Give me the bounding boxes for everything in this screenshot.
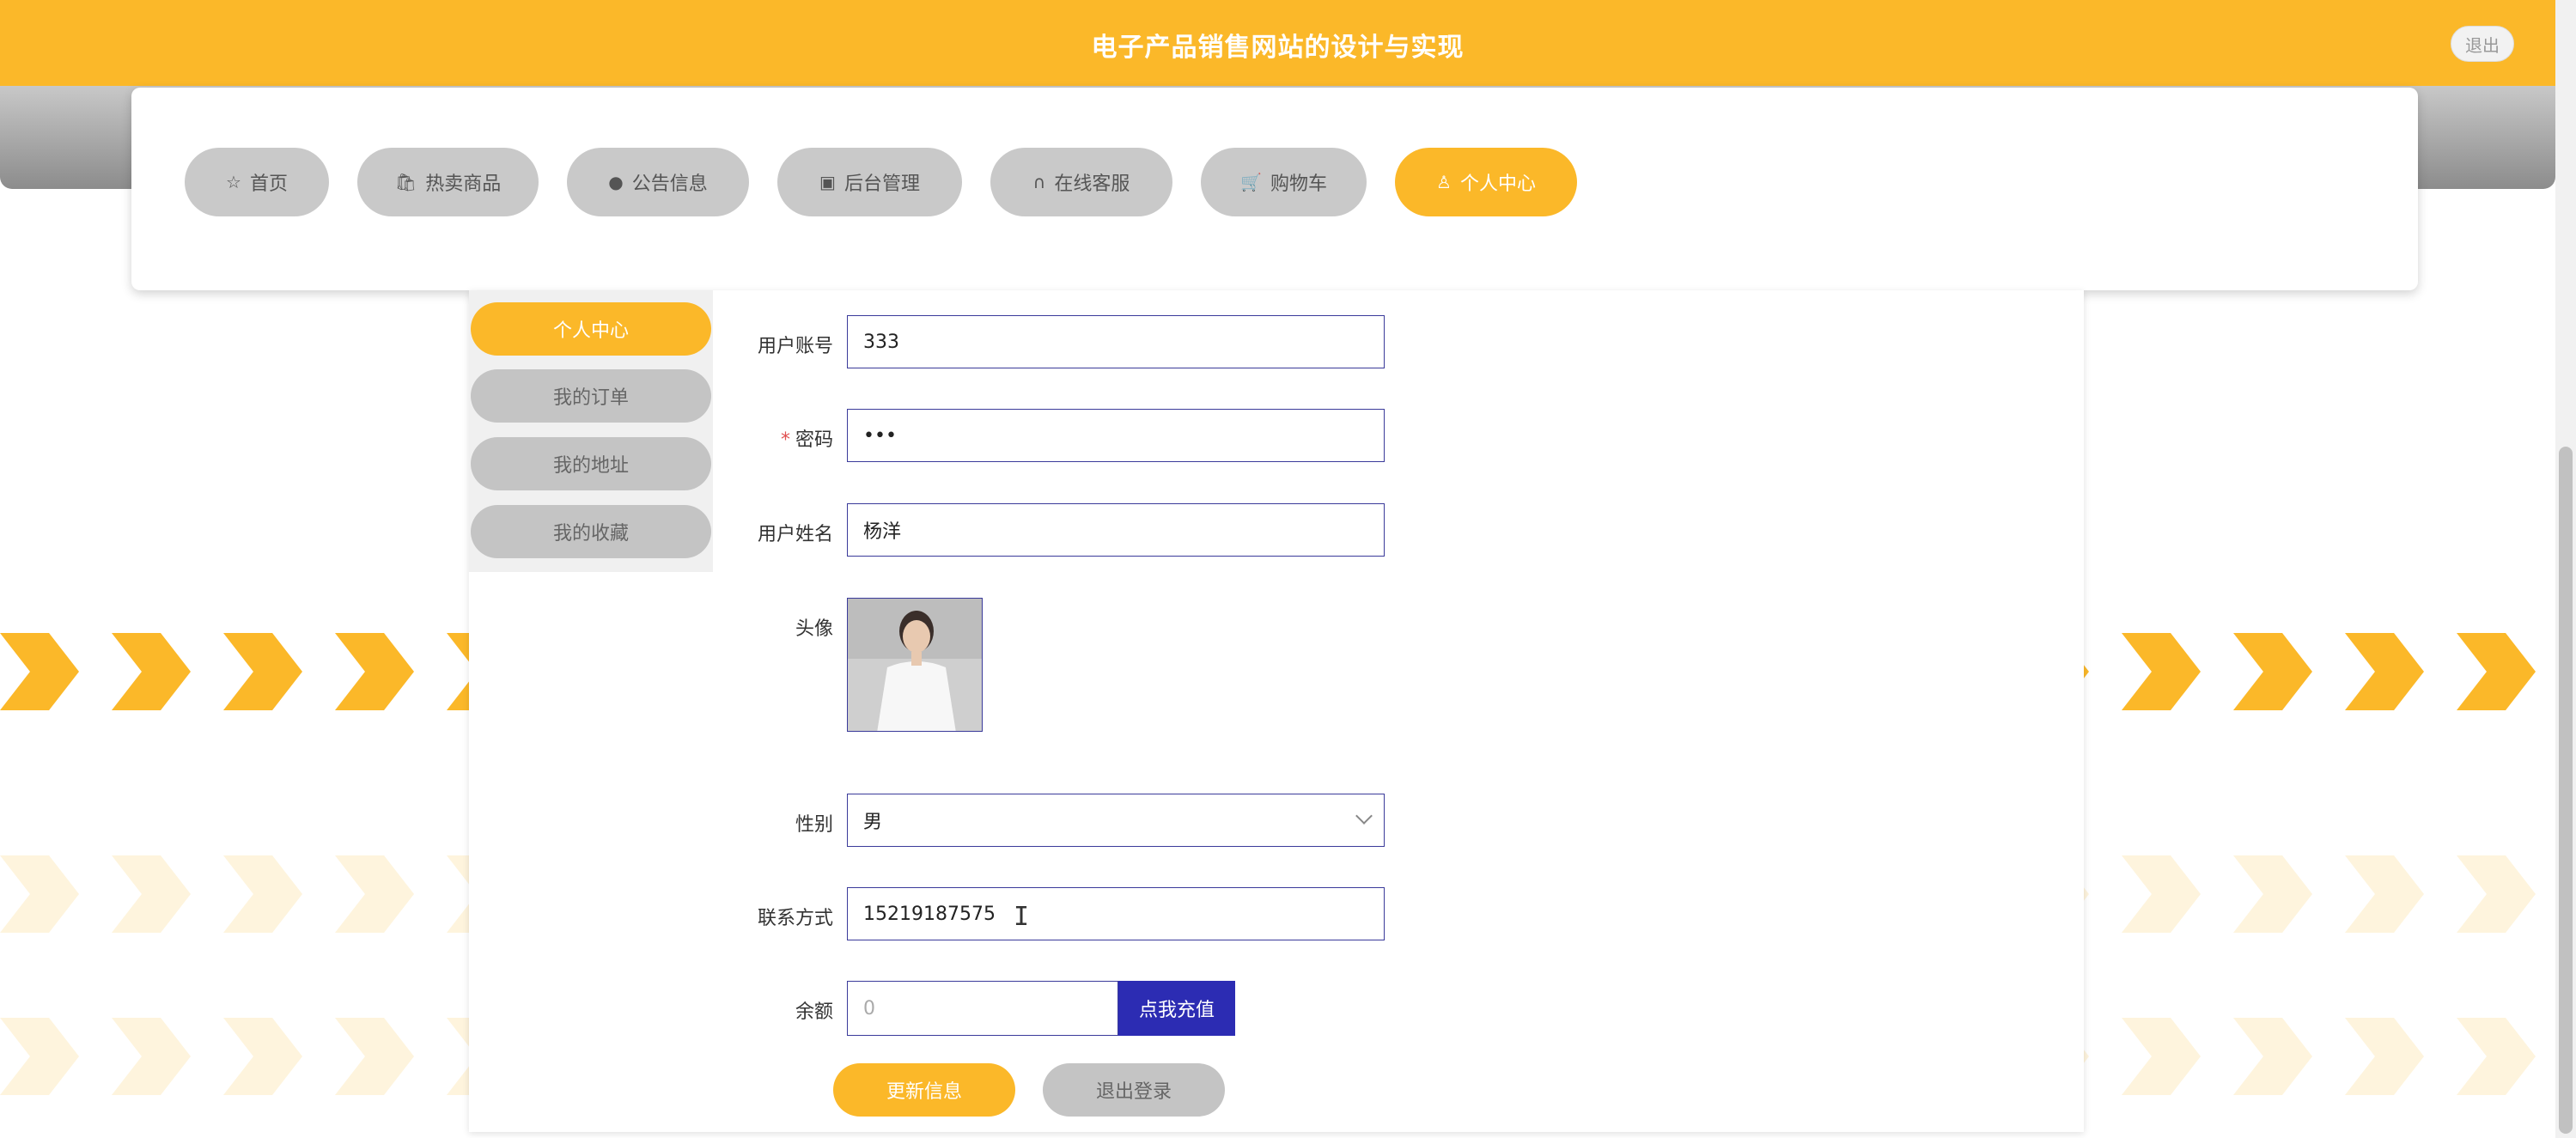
nav-item-customer-service[interactable]: ∩ 在线客服 [990, 148, 1172, 216]
headset-icon: ∩ [1032, 172, 1046, 192]
chevron-decoration [335, 1018, 414, 1095]
chevron-decoration [2122, 855, 2201, 933]
nav-item-hot-products[interactable]: 🛍 热卖商品 [357, 148, 539, 216]
logout-account-button[interactable]: 退出登录 [1043, 1063, 1225, 1117]
password-label-text: 密码 [795, 429, 833, 451]
update-info-button[interactable]: 更新信息 [833, 1063, 1015, 1117]
page-scrollbar[interactable] [2555, 0, 2576, 1138]
name-field[interactable] [847, 503, 1385, 557]
bag-icon: 🛍 [394, 172, 417, 192]
site-title: 电子产品销售网站的设计与实现 [1091, 33, 1465, 63]
chevron-decoration [2457, 633, 2536, 710]
chevron-decoration [335, 855, 414, 933]
nav-item-label: 后台管理 [843, 173, 920, 195]
nav-item-announcements[interactable]: ● 公告信息 [567, 148, 749, 216]
nav-item-label: 在线客服 [1054, 173, 1130, 195]
chevron-decoration [223, 633, 302, 710]
chevron-decoration [2345, 633, 2424, 710]
scrollbar-thumb[interactable] [2559, 447, 2573, 1134]
chevron-decoration [2457, 1018, 2536, 1095]
name-label: 用户姓名 [757, 524, 833, 545]
cart-icon: 🛒 [1240, 172, 1262, 192]
chevron-decoration [223, 1018, 302, 1095]
gender-label: 性别 [795, 814, 833, 836]
chevron-decoration [223, 855, 302, 933]
nav-item-label: 公告信息 [631, 173, 708, 195]
balance-label: 余额 [795, 1001, 833, 1023]
nav-item-label: 购物车 [1270, 173, 1327, 195]
chevron-decoration [0, 855, 79, 933]
nav-item-admin[interactable]: ▣ 后台管理 [777, 148, 962, 216]
phone-input[interactable] [863, 903, 1384, 925]
name-input[interactable] [863, 519, 1384, 541]
required-mark: * [780, 429, 790, 451]
account-label: 用户账号 [757, 336, 833, 357]
chevron-decoration [2345, 1018, 2424, 1095]
user-icon: ♙ [1436, 172, 1452, 192]
account-field[interactable] [847, 315, 1385, 368]
password-field[interactable]: ••• [847, 409, 1385, 462]
chevron-decoration [2457, 855, 2536, 933]
briefcase-icon: ▣ [819, 172, 836, 192]
gender-select[interactable]: 男 [847, 794, 1385, 847]
side-item-my-orders[interactable]: 我的订单 [471, 369, 711, 423]
logout-button[interactable]: 退出 [2451, 26, 2514, 62]
text-cursor-icon: I [1014, 902, 1030, 932]
chevron-decoration [2122, 1018, 2201, 1095]
main-nav: ☆ 首页 🛍 热卖商品 ● 公告信息 ▣ 后台管理 ∩ 在线客服 🛒 购物车 ♙… [185, 148, 1605, 216]
chevron-decoration [112, 855, 191, 933]
nav-item-cart[interactable]: 🛒 购物车 [1201, 148, 1367, 216]
chevron-decoration [0, 633, 79, 710]
account-input[interactable] [863, 331, 1384, 353]
star-icon: ☆ [226, 172, 241, 192]
chevron-decoration [2345, 855, 2424, 933]
nav-item-label: 个人中心 [1459, 173, 1536, 195]
chevron-decoration [0, 1018, 79, 1095]
nav-item-label: 首页 [249, 173, 288, 195]
phone-label: 联系方式 [757, 908, 833, 929]
chevron-down-icon [1355, 807, 1373, 825]
nav-card: ☆ 首页 🛍 热卖商品 ● 公告信息 ▣ 后台管理 ∩ 在线客服 🛒 购物车 ♙… [131, 88, 2418, 290]
chevron-decoration [2233, 1018, 2312, 1095]
balance-field: 0 [847, 981, 1118, 1036]
chevron-decoration [2122, 633, 2201, 710]
password-label: * 密码 [661, 424, 833, 452]
gender-value: 男 [863, 812, 883, 833]
nav-item-label: 热卖商品 [425, 173, 502, 195]
avatar-label: 头像 [795, 618, 833, 640]
chevron-decoration [112, 1018, 191, 1095]
phone-field[interactable] [847, 887, 1385, 940]
nav-item-personal-center[interactable]: ♙ 个人中心 [1395, 148, 1577, 216]
nav-item-home[interactable]: ☆ 首页 [185, 148, 329, 216]
avatar[interactable] [847, 598, 983, 732]
alert-icon: ● [608, 172, 624, 192]
chevron-decoration [2233, 633, 2312, 710]
chevron-decoration [335, 633, 414, 710]
password-value: ••• [863, 424, 897, 447]
top-bar: 电子产品销售网站的设计与实现 退出 [0, 0, 2555, 86]
chevron-decoration [112, 633, 191, 710]
chevron-decoration [2233, 855, 2312, 933]
profile-panel: 个人中心 我的订单 我的地址 我的收藏 用户账号 *密码 ••• 用户姓名 头像… [469, 290, 2084, 1132]
avatar-image [848, 599, 982, 731]
recharge-button[interactable]: 点我充值 [1118, 981, 1235, 1036]
